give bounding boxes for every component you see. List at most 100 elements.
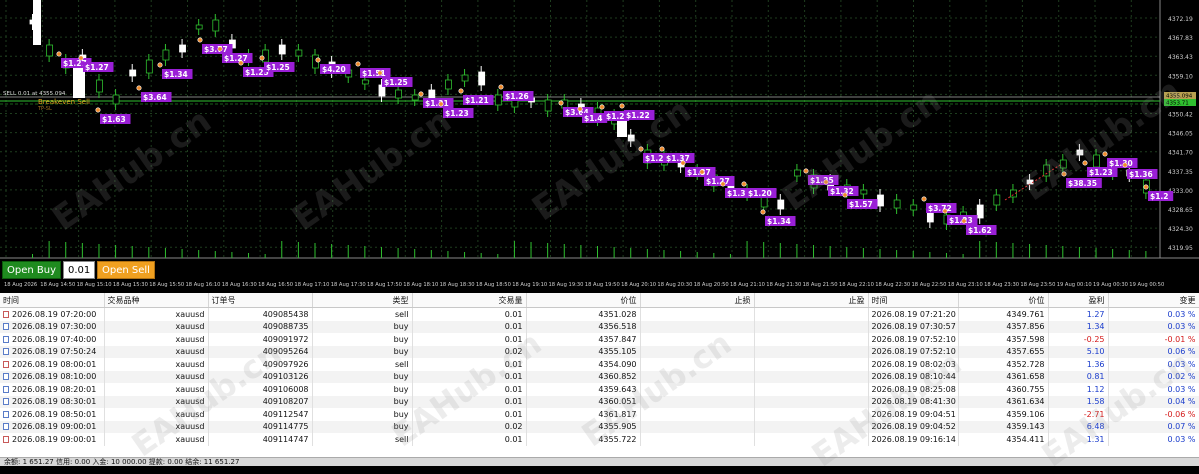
deal-marker [842, 192, 848, 198]
column-header[interactable]: 类型 [312, 293, 413, 308]
table-row[interactable]: 2026.08.19 08:20:01 xauusd 409106008 buy 0.0… [0, 383, 1199, 396]
column-header[interactable]: 止盈 [754, 293, 869, 308]
candle-body [1043, 164, 1051, 177]
column-header[interactable]: 交易量 [412, 293, 527, 308]
cell-text: 4349.761 [1006, 309, 1045, 319]
table-cell: 0.01 [412, 383, 527, 396]
table-row[interactable]: 2026.08.19 07:40:00 xauusd 409091972 buy 0.0… [0, 333, 1199, 346]
cell-text: 0.01 [504, 309, 523, 319]
cell-text: xauusd [175, 359, 205, 369]
time-axis-label: 18 Aug 17:10 [294, 282, 329, 288]
candlestick-chart: 4372.194367.834363.434359.104354.754350.… [0, 0, 1199, 288]
column-header[interactable]: 时间 [0, 293, 105, 308]
deal-marker [720, 181, 726, 187]
time-axis-label: 18 Aug 17:30 [331, 282, 366, 288]
cell-text: 2026.08.19 07:50:24 [12, 347, 97, 357]
table-cell: xauusd [104, 395, 209, 408]
table-cell [640, 383, 755, 396]
table-cell: 409106008 [208, 383, 313, 396]
cell-text: 409095264 [262, 347, 309, 357]
cell-text: 4357.847 [598, 334, 637, 344]
cell-text: xauusd [175, 409, 205, 419]
table-cell: 1.36 [1048, 358, 1109, 371]
time-axis-label: 18 Aug 20:30 [657, 282, 692, 288]
table-cell: 2026.08.19 09:16:14 [868, 433, 959, 446]
deal-marker [136, 85, 142, 91]
table-cell: 0.01 [412, 358, 527, 371]
column-header[interactable]: 交易品种 [104, 293, 209, 308]
time-axis-label: 18 Aug 15:50 [149, 282, 184, 288]
table-cell: 2026.08.19 07:30:00 [0, 320, 105, 333]
column-header[interactable]: 时间 [868, 293, 959, 308]
table-cell: sell [312, 358, 413, 371]
cell-text: 0.04 % [1167, 397, 1196, 407]
cell-text: buy [393, 322, 409, 332]
table-cell: 0.03 % [1108, 358, 1199, 371]
profit-tag: $1.22 [626, 111, 650, 120]
profit-tag: $1.37 [666, 154, 690, 163]
table-cell: 2026.08.19 08:10:00 [0, 370, 105, 383]
candle-body [33, 0, 41, 45]
table-cell [754, 345, 869, 358]
cell-text: xauusd [175, 347, 205, 357]
table-row[interactable]: 2026.08.19 07:30:00 xauusd 409088735 buy 0.0… [0, 320, 1199, 333]
table-row[interactable]: 2026.08.19 08:30:01 xauusd 409108207 buy 0.0… [0, 395, 1199, 408]
table-cell [640, 307, 755, 321]
table-cell: 2026.08.19 08:30:01 [0, 395, 105, 408]
table-cell [640, 408, 755, 421]
column-header[interactable]: 价位 [526, 293, 641, 308]
open-buy-button[interactable]: Open Buy [2, 261, 62, 279]
candle-body [295, 49, 303, 57]
deal-marker [498, 84, 504, 90]
account-status-bar: 余额: 1 651.27 信用: 0.00 入金: 10 000.00 提款: … [0, 457, 1199, 466]
profit-tag: $1.2 [1150, 192, 1169, 201]
candle-body [1093, 154, 1100, 168]
profit-tag: $3.72 [928, 204, 952, 213]
profit-tag: $3.64 [143, 93, 167, 102]
deal-marker [741, 181, 747, 187]
table-cell: 2026.08.19 07:20:00 [0, 307, 105, 321]
cell-text: xauusd [175, 322, 205, 332]
column-header[interactable]: 盈利 [1048, 293, 1109, 308]
cell-text: 4355.105 [598, 347, 637, 357]
deal-marker [638, 146, 644, 152]
table-row[interactable]: 2026.08.19 07:50:24 xauusd 409095264 buy 0.0… [0, 345, 1199, 358]
cell-text: buy [393, 384, 409, 394]
table-row[interactable]: 2026.08.19 08:00:01 xauusd 409097926 sell 0.… [0, 358, 1199, 371]
table-row[interactable]: 2026.08.19 08:50:01 xauusd 409112547 buy 0.0… [0, 408, 1199, 421]
column-header[interactable]: 变更 [1108, 293, 1199, 308]
table-cell: 2026.08.19 08:02:03 [868, 358, 959, 371]
candle-body [46, 44, 54, 57]
candle-body [445, 79, 452, 90]
table-row[interactable]: 2026.08.19 09:00:01 xauusd 409114775 buy 0.0… [0, 420, 1199, 433]
time-axis-label: 19 Aug 00:50 [1129, 282, 1164, 288]
table-row[interactable]: 2026.08.19 08:10:00 xauusd 409103126 buy 0.0… [0, 370, 1199, 383]
candle-body [112, 94, 120, 105]
candle-body [212, 19, 220, 32]
column-header[interactable]: 价位 [958, 293, 1049, 308]
table-cell: 0.02 [412, 420, 527, 433]
deal-marker [760, 209, 766, 215]
cell-text: 2026.08.19 08:25:08 [871, 384, 956, 394]
price-chart[interactable]: 4372.194367.834363.434359.104354.754350.… [0, 0, 1199, 290]
table-cell: 0.81 [1048, 370, 1109, 383]
table-cell: 4356.518 [526, 320, 641, 333]
table-row[interactable]: 2026.08.19 09:00:01 xauusd 409114747 sell 0.… [0, 433, 1199, 446]
cell-text: 1.36 [1086, 359, 1105, 369]
lot-size-input[interactable]: 0.01 [63, 261, 96, 279]
column-header[interactable]: 订单号 [208, 293, 313, 308]
deal-marker [659, 146, 665, 152]
cell-text: buy [393, 334, 409, 344]
table-cell: 5.10 [1048, 345, 1109, 358]
cell-text: 0.01 [504, 322, 523, 332]
candle-body [877, 194, 884, 207]
table-cell [754, 307, 869, 321]
column-header[interactable]: 止损 [640, 293, 755, 308]
deal-marker [418, 91, 424, 97]
table-cell: 0.02 % [1108, 370, 1199, 383]
open-sell-button[interactable]: Open Sell [97, 261, 155, 279]
deal-marker [259, 55, 265, 61]
table-cell: 409085438 [208, 307, 313, 321]
profit-tag: $1.34 [164, 70, 188, 79]
table-row[interactable]: 2026.08.19 07:20:00 xauusd 409085438 sell 0.… [0, 307, 1199, 321]
